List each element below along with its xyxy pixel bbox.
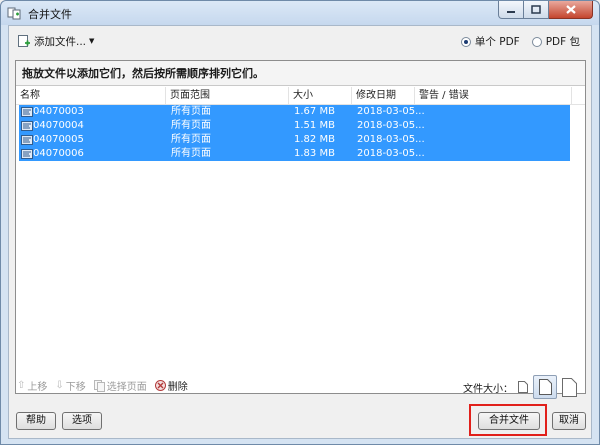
arrow-up-icon: ⇧	[17, 380, 26, 391]
radio-pdf-package-label: PDF 包	[545, 36, 580, 48]
delete-icon	[154, 380, 166, 391]
file-range: 所有页面	[171, 106, 211, 117]
column-name[interactable]: 名称	[16, 87, 166, 104]
pages-icon	[93, 379, 105, 392]
medium-size-toggle[interactable]	[533, 375, 557, 399]
file-size: 1.83 MB	[294, 148, 335, 159]
move-down-button[interactable]: ⇩ 下移	[55, 378, 85, 393]
radio-selected-icon	[460, 36, 471, 47]
delete-button[interactable]: 删除	[154, 378, 188, 393]
file-name: 04070004	[33, 120, 84, 131]
maximize-icon	[531, 5, 541, 14]
title-bar[interactable]: 合并文件	[1, 1, 599, 25]
help-button[interactable]: 帮助	[16, 412, 56, 430]
dropdown-arrow-icon: ▼	[89, 37, 95, 45]
arrow-down-icon: ⇩	[55, 380, 64, 391]
window-title: 合并文件	[28, 8, 72, 21]
file-date: 2018-03-05...	[357, 106, 425, 117]
small-doc-icon[interactable]	[518, 381, 528, 393]
choose-pages-label: 选择页面	[106, 382, 147, 393]
merge-files-window: 合并文件 添加文件... ▼ 单个 PDF PDF 包 拖放文件以添加它们，然后…	[0, 0, 600, 445]
output-mode-group: 单个 PDF PDF 包	[460, 34, 580, 49]
options-button[interactable]: 选项	[62, 412, 102, 430]
large-doc-icon[interactable]	[562, 377, 577, 397]
maximize-button[interactable]	[524, 1, 549, 19]
file-name: 04070006	[33, 148, 84, 159]
column-modified-date[interactable]: 修改日期	[352, 87, 415, 104]
close-button[interactable]	[549, 1, 593, 19]
file-size-selector: 文件大小：	[463, 375, 577, 399]
radio-single-pdf[interactable]: 单个 PDF	[460, 34, 520, 49]
drag-instruction: 拖放文件以添加它们，然后按所需顺序排列它们。	[16, 61, 585, 86]
add-files-label: 添加文件...	[34, 35, 87, 48]
medium-doc-icon	[538, 379, 552, 395]
file-size-label: 文件大小：	[463, 383, 513, 395]
file-range: 所有页面	[171, 134, 211, 145]
move-down-label: 下移	[65, 382, 86, 393]
list-header: 名称 页面范围 大小 修改日期 警告 / 错误	[16, 87, 585, 105]
cancel-button[interactable]: 取消	[552, 412, 586, 430]
file-name: 04070005	[33, 134, 84, 145]
add-files-button[interactable]: 添加文件... ▼	[17, 33, 94, 49]
delete-label: 删除	[167, 382, 188, 393]
pane-toolbar: ⇧ 上移 ⇩ 下移 选择页面 删除	[17, 378, 188, 393]
table-row[interactable]: 04070006 所有页面 1.83 MB 2018-03-05...	[19, 147, 570, 161]
file-size: 1.82 MB	[294, 134, 335, 145]
column-warnings[interactable]: 警告 / 错误	[415, 87, 572, 104]
file-date: 2018-03-05...	[357, 120, 425, 131]
pdf-file-icon	[21, 121, 33, 131]
table-row[interactable]: 04070003 所有页面 1.67 MB 2018-03-05...	[19, 105, 570, 119]
file-size: 1.67 MB	[294, 106, 335, 117]
minimize-icon	[507, 10, 515, 13]
file-list-pane: 拖放文件以添加它们，然后按所需顺序排列它们。 名称 页面范围 大小 修改日期 警…	[15, 60, 586, 394]
file-date: 2018-03-05...	[357, 148, 425, 159]
table-row[interactable]: 04070004 所有页面 1.51 MB 2018-03-05...	[19, 119, 570, 133]
merge-app-icon	[7, 7, 21, 20]
move-up-label: 上移	[27, 382, 48, 393]
file-range: 所有页面	[171, 148, 211, 159]
merge-files-button[interactable]: 合并文件	[478, 412, 540, 430]
radio-single-pdf-label: 单个 PDF	[474, 36, 520, 48]
column-size[interactable]: 大小	[289, 87, 352, 104]
file-size: 1.51 MB	[294, 120, 335, 131]
pdf-file-icon	[21, 107, 33, 117]
pdf-file-icon	[21, 135, 33, 145]
pdf-file-icon	[21, 149, 33, 159]
file-date: 2018-03-05...	[357, 134, 425, 145]
add-file-icon	[18, 35, 30, 47]
file-range: 所有页面	[171, 120, 211, 131]
radio-unselected-icon	[531, 36, 542, 47]
close-icon	[565, 5, 576, 14]
dialog-body: 添加文件... ▼ 单个 PDF PDF 包 拖放文件以添加它们，然后按所需顺序…	[8, 25, 592, 439]
move-up-button[interactable]: ⇧ 上移	[17, 378, 47, 393]
radio-pdf-package[interactable]: PDF 包	[531, 34, 580, 49]
column-page-range[interactable]: 页面范围	[166, 87, 289, 104]
choose-pages-button[interactable]: 选择页面	[93, 378, 147, 393]
minimize-button[interactable]	[498, 1, 524, 19]
table-row[interactable]: 04070005 所有页面 1.82 MB 2018-03-05...	[19, 133, 570, 147]
file-name: 04070003	[33, 106, 84, 117]
